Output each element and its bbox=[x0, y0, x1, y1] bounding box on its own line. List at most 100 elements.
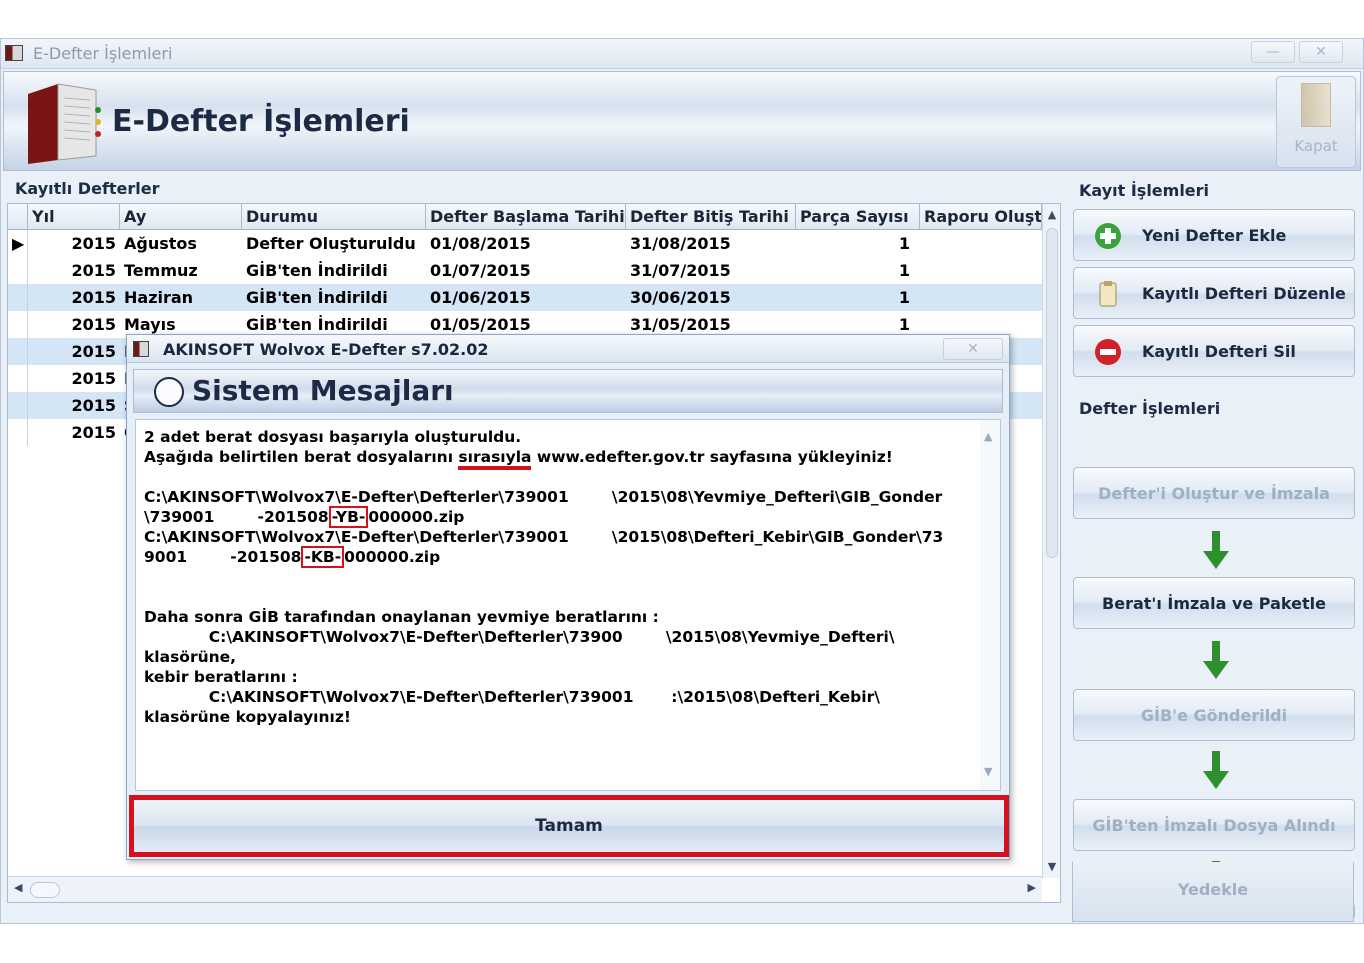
row-selector bbox=[8, 365, 28, 392]
cell-yil: 2015 bbox=[71, 342, 116, 361]
dialog-header: Sistem Mesajları bbox=[133, 369, 1003, 413]
kapat-label: Kapat bbox=[1294, 137, 1338, 155]
row-selector bbox=[8, 311, 28, 338]
down-arrow-icon bbox=[1203, 531, 1229, 569]
ledger-book-icon bbox=[28, 83, 101, 164]
path-line: C:\AKINSOFT\Wolvox7\E-Defter\Defterler\7… bbox=[144, 488, 943, 506]
cell-ay: Haziran bbox=[124, 288, 194, 307]
row-selector bbox=[8, 419, 28, 446]
col-parca[interactable]: Parça Sayısı bbox=[796, 204, 920, 230]
sign-package-label: Berat'ı İmzala ve Paketle bbox=[1102, 594, 1326, 613]
row-selector bbox=[8, 338, 28, 365]
row-selector bbox=[8, 257, 28, 284]
row-selected-indicator-icon: ▶ bbox=[8, 230, 28, 257]
path-text: 9001 -201508 bbox=[144, 548, 302, 566]
kapat-button[interactable]: Kapat bbox=[1276, 76, 1356, 168]
backup-label: Yedekle bbox=[1177, 880, 1249, 899]
message-body[interactable]: 2 adet berat dosyası başarıyla oluşturul… bbox=[135, 419, 1001, 791]
col-bitis[interactable]: Defter Bitiş Tarihi bbox=[626, 204, 796, 230]
path-text: 000000.zip bbox=[368, 508, 465, 526]
highlight-sirasiyla: sırasıyla bbox=[458, 448, 532, 470]
scroll-right-icon[interactable]: ▶ bbox=[1028, 881, 1036, 894]
message-line: 2 adet berat dosyası başarıyla oluşturul… bbox=[144, 428, 522, 446]
system-messages-dialog: AKINSOFT Wolvox E-Defter s7.02.02 ✕ Sist… bbox=[126, 334, 1010, 860]
cell-bas: 01/08/2015 bbox=[430, 234, 531, 253]
edit-ledger-label: Kayıtlı Defteri Düzenle bbox=[1142, 284, 1346, 303]
grid-vertical-scrollbar[interactable]: ▲ ▼ bbox=[1042, 204, 1060, 878]
cell-yil: 2015 bbox=[71, 234, 116, 253]
page-header: E-Defter İşlemleri Kapat bbox=[3, 71, 1361, 171]
row-selector bbox=[8, 392, 28, 419]
table-row[interactable]: 2015 Temmuz GİB'ten İndirildi 01/07/2015… bbox=[8, 257, 1042, 284]
dialog-app-icon bbox=[133, 341, 149, 357]
ok-button-highlight: Tamam bbox=[129, 795, 1009, 857]
message-text: www.edefter.gov.tr sayfasına yükleyiniz! bbox=[531, 448, 893, 466]
cell-parca: 1 bbox=[898, 288, 910, 307]
scroll-left-icon[interactable]: ◀ bbox=[14, 881, 22, 894]
create-sign-label: Defter'i Oluştur ve İmzala bbox=[1098, 484, 1330, 503]
scroll-thumb[interactable] bbox=[1046, 228, 1058, 558]
backup-button-label-area[interactable]: Yedekle bbox=[1072, 862, 1354, 922]
record-operations-label: Kayıt İşlemleri bbox=[1079, 181, 1214, 200]
scroll-down-icon[interactable]: ▼ bbox=[984, 765, 992, 778]
cell-yil: 2015 bbox=[71, 288, 116, 307]
message-line: Aşağıda belirtilen berat dosyalarını sır… bbox=[144, 448, 893, 470]
cell-rapor bbox=[920, 284, 1042, 311]
cell-bit: 31/08/2015 bbox=[630, 234, 731, 253]
page-title: E-Defter İşlemleri bbox=[112, 104, 410, 139]
ok-button[interactable]: Tamam bbox=[134, 800, 1004, 852]
delete-ledger-label: Kayıtlı Defteri Sil bbox=[1142, 342, 1296, 361]
cell-yil: 2015 bbox=[71, 261, 116, 280]
path-line: 9001 -201508 -KB- 000000.zip bbox=[144, 546, 441, 568]
cell-bit: 30/06/2015 bbox=[630, 288, 731, 307]
minimize-button[interactable]: — bbox=[1251, 41, 1295, 63]
message-line: klasörüne kopyalayınız! bbox=[144, 708, 351, 726]
table-row[interactable]: ▶ 2015 Ağustos Defter Oluşturuldu 01/08/… bbox=[8, 230, 1042, 257]
door-icon bbox=[1301, 83, 1331, 127]
window-close-button[interactable]: ✕ bbox=[1299, 41, 1343, 63]
cell-durum: GİB'ten İndirildi bbox=[246, 261, 388, 280]
create-sign-ledger-button[interactable]: Defter'i Oluştur ve İmzala bbox=[1073, 467, 1355, 519]
signed-file-received-button[interactable]: GİB'ten İmzalı Dosya Alındı bbox=[1073, 799, 1355, 851]
grid-horizontal-scrollbar[interactable]: ◀ ▶ bbox=[8, 876, 1042, 902]
path-line: \739001 -201508 -YB- 000000.zip bbox=[144, 506, 465, 528]
cell-yil: 2015 bbox=[71, 423, 116, 442]
scroll-down-icon[interactable]: ▼ bbox=[1043, 858, 1061, 876]
scroll-up-icon[interactable]: ▲ bbox=[984, 430, 992, 443]
delete-ledger-button[interactable]: Kayıtlı Defteri Sil bbox=[1073, 325, 1355, 377]
sent-to-gib-label: GİB'e Gönderildi bbox=[1140, 706, 1288, 725]
add-plus-icon bbox=[1095, 223, 1121, 249]
cell-bas: 01/06/2015 bbox=[430, 288, 531, 307]
col-ay[interactable]: Ay bbox=[120, 204, 242, 230]
col-yil[interactable]: Yıl bbox=[28, 204, 120, 230]
path-text: 000000.zip bbox=[344, 548, 441, 566]
cell-bit: 31/07/2015 bbox=[630, 261, 731, 280]
title-bar: E-Defter İşlemleri — ✕ bbox=[1, 39, 1363, 69]
hscroll-thumb[interactable] bbox=[30, 882, 60, 898]
dialog-title: AKINSOFT Wolvox E-Defter s7.02.02 bbox=[163, 340, 489, 359]
cell-yil: 2015 bbox=[71, 315, 116, 334]
cell-durum: GİB'ten İndirildi bbox=[246, 288, 388, 307]
cell-yil: 2015 bbox=[71, 396, 116, 415]
add-ledger-button[interactable]: Yeni Defter Ekle bbox=[1073, 209, 1355, 261]
table-row[interactable]: 2015 Haziran GİB'ten İndirildi 01/06/201… bbox=[8, 284, 1042, 311]
row-selector bbox=[8, 284, 28, 311]
down-arrow-icon bbox=[1203, 641, 1229, 679]
cell-bas: 01/07/2015 bbox=[430, 261, 531, 280]
down-arrow-icon bbox=[1203, 751, 1229, 789]
cell-parca: 1 bbox=[898, 234, 910, 253]
registered-ledgers-label: Kayıtlı Defterler bbox=[15, 179, 164, 198]
col-rapor[interactable]: Raporu Oluşt bbox=[920, 204, 1042, 230]
sent-to-gib-button[interactable]: GİB'e Gönderildi bbox=[1073, 689, 1355, 741]
scroll-up-icon[interactable]: ▲ bbox=[1043, 206, 1061, 224]
dialog-close-button[interactable]: ✕ bbox=[943, 338, 1003, 360]
sign-package-berat-button[interactable]: Berat'ı İmzala ve Paketle bbox=[1073, 577, 1355, 629]
message-scrollbar[interactable]: ▲ ▼ bbox=[980, 420, 1000, 790]
window-title: E-Defter İşlemleri bbox=[33, 44, 173, 63]
edit-ledger-button[interactable]: Kayıtlı Defteri Düzenle bbox=[1073, 267, 1355, 319]
path-text: \739001 -201508 bbox=[144, 508, 329, 526]
cell-ay: Temmuz bbox=[124, 261, 198, 280]
col-durumu[interactable]: Durumu bbox=[242, 204, 426, 230]
col-baslama[interactable]: Defter Başlama Tarihi bbox=[426, 204, 626, 230]
cell-rapor bbox=[920, 230, 1042, 257]
